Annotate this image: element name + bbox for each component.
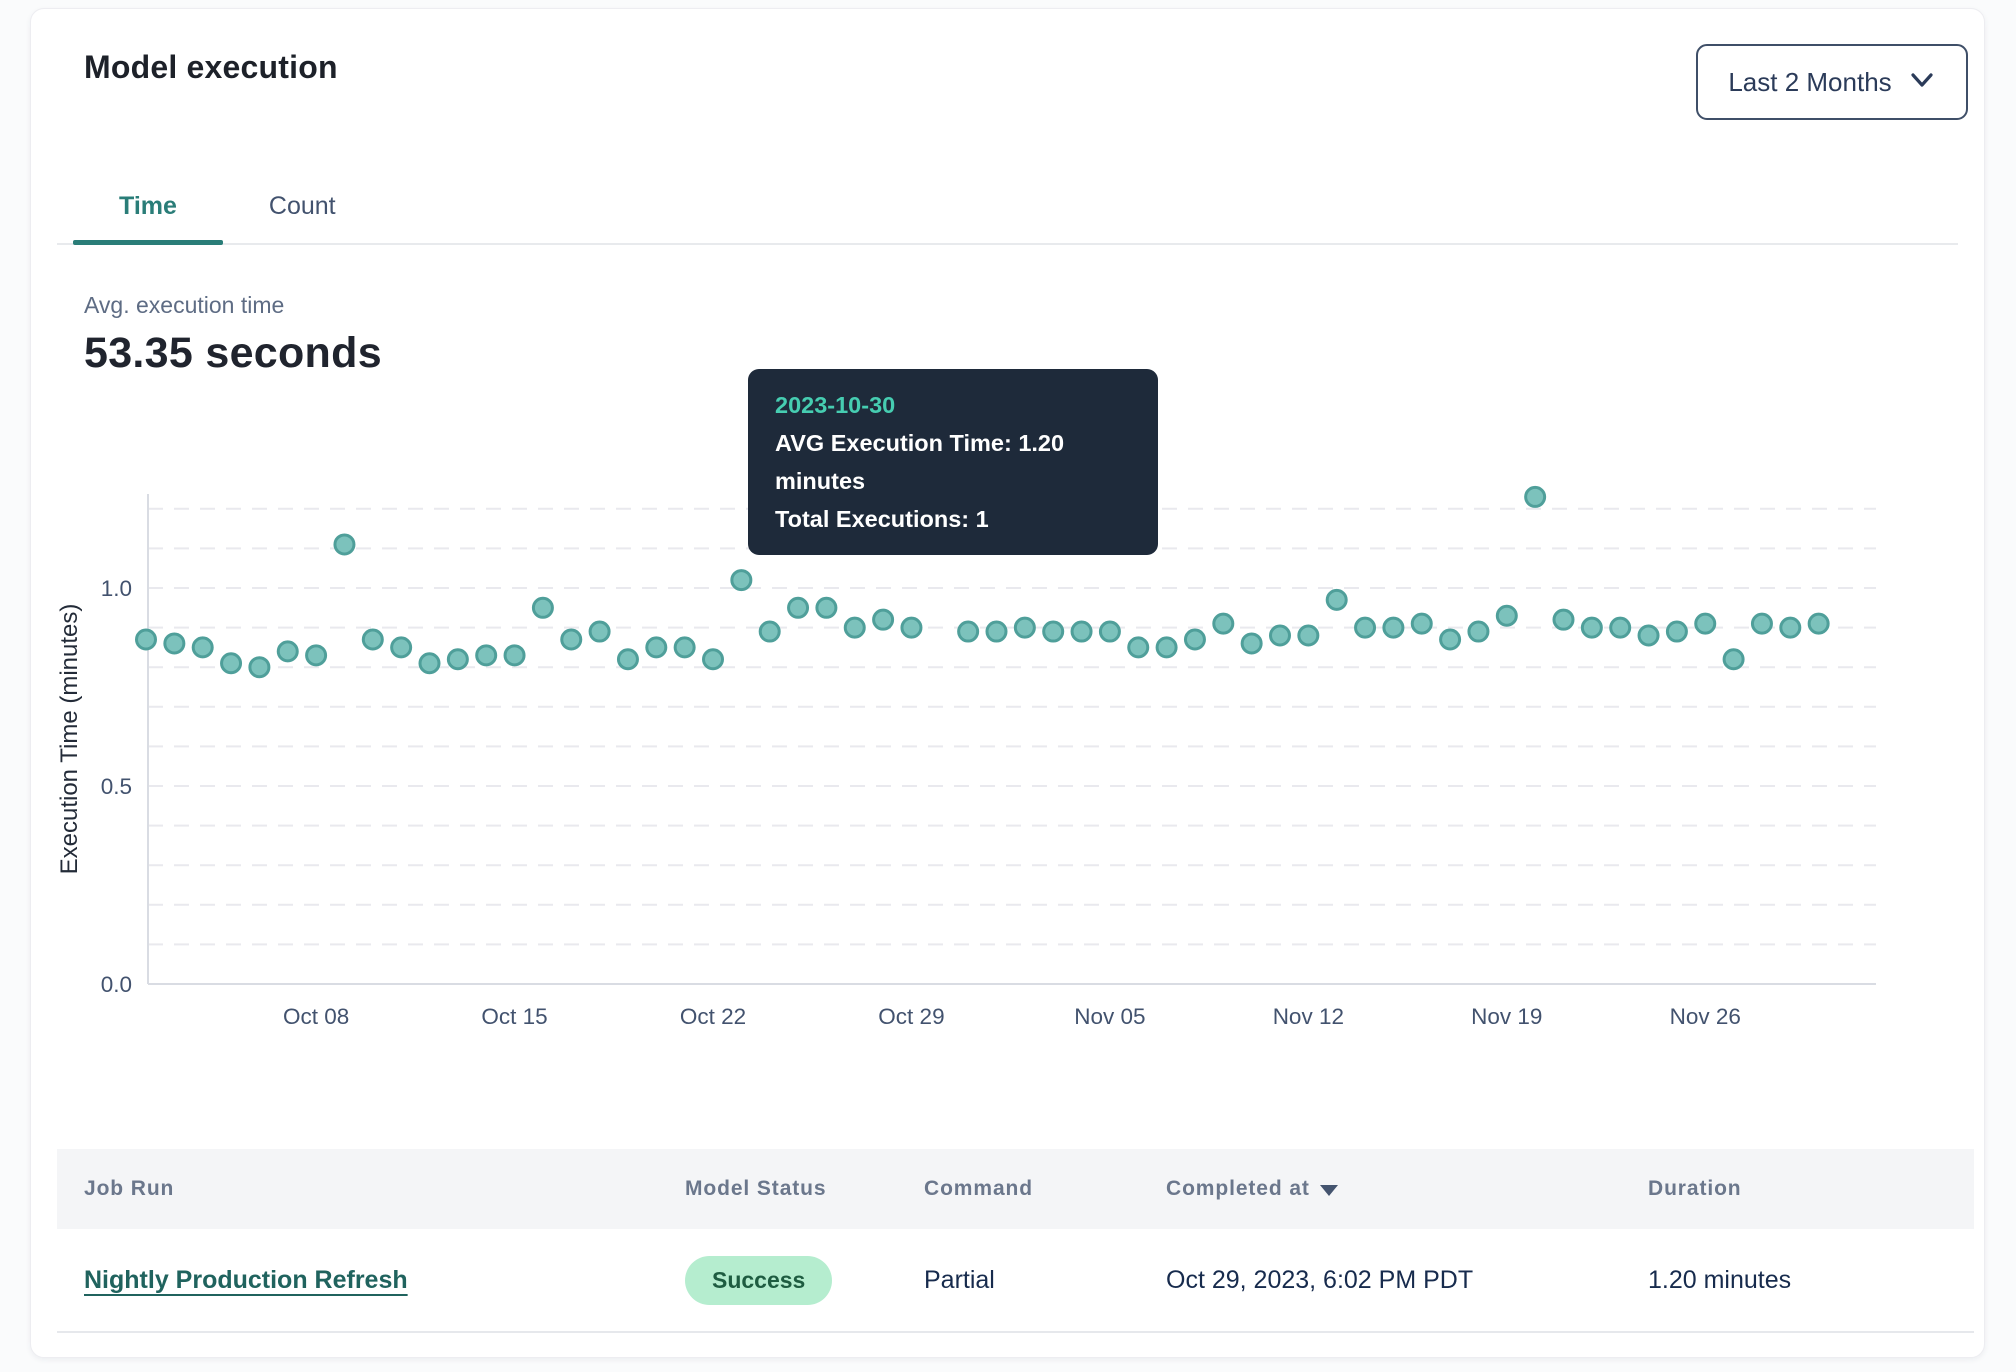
- data-point[interactable]: [1214, 614, 1233, 633]
- x-tick-label: Oct 15: [481, 1004, 547, 1029]
- data-point[interactable]: [363, 630, 382, 649]
- x-tick-label: Nov 12: [1273, 1004, 1344, 1029]
- data-point[interactable]: [1724, 650, 1743, 669]
- column-header-model-status[interactable]: Model Status: [685, 1177, 924, 1201]
- data-point[interactable]: [590, 622, 609, 641]
- data-point[interactable]: [165, 634, 184, 653]
- data-point[interactable]: [448, 650, 467, 669]
- data-point[interactable]: [307, 646, 326, 665]
- data-point[interactable]: [1015, 618, 1034, 637]
- data-point[interactable]: [477, 646, 496, 665]
- data-point[interactable]: [1100, 622, 1119, 641]
- data-point[interactable]: [732, 571, 751, 590]
- data-point[interactable]: [1781, 618, 1800, 637]
- job-run-link[interactable]: Nightly Production Refresh: [84, 1266, 408, 1294]
- data-point[interactable]: [1129, 638, 1148, 657]
- x-tick-label: Oct 22: [680, 1004, 746, 1029]
- y-tick-label: 0.5: [101, 774, 132, 799]
- y-axis-title: Execution Time (minutes): [56, 604, 83, 875]
- column-header-completed-at[interactable]: Completed at: [1166, 1177, 1648, 1201]
- data-point[interactable]: [987, 622, 1006, 641]
- duration-cell: 1.20 minutes: [1648, 1266, 1974, 1295]
- data-point[interactable]: [1526, 487, 1545, 506]
- data-point[interactable]: [789, 598, 808, 617]
- data-point[interactable]: [250, 658, 269, 677]
- data-point[interactable]: [392, 638, 411, 657]
- data-point[interactable]: [222, 654, 241, 673]
- data-point[interactable]: [1157, 638, 1176, 657]
- sort-desc-icon: [1320, 1185, 1338, 1196]
- data-point[interactable]: [533, 598, 552, 617]
- data-point[interactable]: [505, 646, 524, 665]
- chart-tooltip: 2023-10-30 AVG Execution Time: 1.20 minu…: [748, 369, 1158, 555]
- data-point[interactable]: [1242, 634, 1261, 653]
- data-point[interactable]: [278, 642, 297, 661]
- data-point[interactable]: [704, 650, 723, 669]
- data-point[interactable]: [1384, 618, 1403, 637]
- job-runs-table: Job Run Model Status Command Completed a…: [57, 1149, 1974, 1333]
- data-point[interactable]: [335, 535, 354, 554]
- column-header-command[interactable]: Command: [924, 1177, 1166, 1201]
- tooltip-total-executions: Total Executions: 1: [775, 500, 1131, 538]
- data-point[interactable]: [902, 618, 921, 637]
- data-point[interactable]: [675, 638, 694, 657]
- execution-time-chart[interactable]: 0.0 0.5 1.0 Oct 08 Oct 15 Oct 22 Oct 29 Nov 05 N…: [31, 9, 1986, 1069]
- data-point[interactable]: [562, 630, 581, 649]
- data-point[interactable]: [1809, 614, 1828, 633]
- x-tick-label: Nov 05: [1074, 1004, 1145, 1029]
- column-header-duration[interactable]: Duration: [1648, 1177, 1974, 1201]
- data-point[interactable]: [1582, 618, 1601, 637]
- data-point[interactable]: [1327, 590, 1346, 609]
- column-header-job-run[interactable]: Job Run: [84, 1177, 685, 1201]
- data-point[interactable]: [647, 638, 666, 657]
- x-tick-label: Oct 08: [283, 1004, 349, 1029]
- data-point[interactable]: [1497, 606, 1516, 625]
- data-point[interactable]: [1441, 630, 1460, 649]
- data-point[interactable]: [959, 622, 978, 641]
- x-tick-label: Oct 29: [878, 1004, 944, 1029]
- table-row: Nightly Production Refresh Success Parti…: [57, 1229, 1974, 1333]
- data-point[interactable]: [1185, 630, 1204, 649]
- y-tick-label: 1.0: [101, 576, 132, 601]
- x-tick-label: Nov 19: [1471, 1004, 1542, 1029]
- data-point[interactable]: [1356, 618, 1375, 637]
- data-point[interactable]: [618, 650, 637, 669]
- y-tick-label: 0.0: [101, 972, 132, 997]
- data-point[interactable]: [1752, 614, 1771, 633]
- data-point[interactable]: [1667, 622, 1686, 641]
- data-point[interactable]: [1554, 610, 1573, 629]
- data-point[interactable]: [1639, 626, 1658, 645]
- data-point[interactable]: [845, 618, 864, 637]
- table-header-row: Job Run Model Status Command Completed a…: [57, 1149, 1974, 1229]
- data-point[interactable]: [137, 630, 156, 649]
- data-point[interactable]: [1271, 626, 1290, 645]
- data-point[interactable]: [1044, 622, 1063, 641]
- tooltip-date: 2023-10-30: [775, 386, 1131, 424]
- tooltip-avg-execution-time: AVG Execution Time: 1.20 minutes: [775, 424, 1131, 500]
- data-point[interactable]: [420, 654, 439, 673]
- data-point[interactable]: [1299, 626, 1318, 645]
- completed-at-cell: Oct 29, 2023, 6:02 PM PDT: [1166, 1266, 1648, 1295]
- data-point[interactable]: [1412, 614, 1431, 633]
- status-badge: Success: [685, 1256, 832, 1305]
- data-point[interactable]: [1696, 614, 1715, 633]
- data-point[interactable]: [193, 638, 212, 657]
- data-point[interactable]: [1072, 622, 1091, 641]
- data-point[interactable]: [817, 598, 836, 617]
- model-execution-card: Model execution Last 2 Months Time Count…: [30, 8, 1985, 1358]
- data-point[interactable]: [760, 622, 779, 641]
- data-point[interactable]: [874, 610, 893, 629]
- data-point[interactable]: [1469, 622, 1488, 641]
- command-cell: Partial: [924, 1266, 1166, 1295]
- data-point[interactable]: [1611, 618, 1630, 637]
- x-tick-label: Nov 26: [1670, 1004, 1741, 1029]
